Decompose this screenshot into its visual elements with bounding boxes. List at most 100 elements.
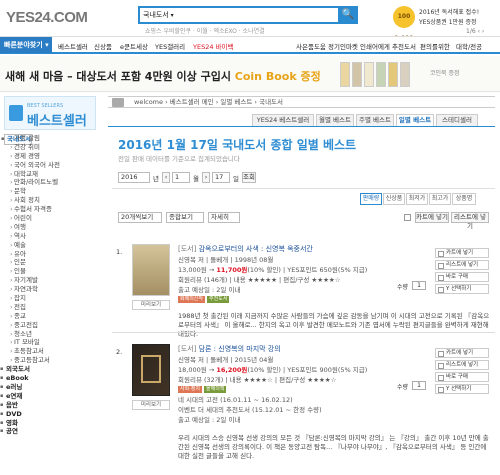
sidebar-category-item[interactable]: 여행 — [4, 223, 96, 232]
book-title[interactable]: [도서] 담론 : 신영복의 마지막 강의 — [178, 344, 281, 354]
bestseller-heading[interactable]: BEST SELLERS 베스트셀러 — [4, 96, 96, 130]
preview-button[interactable]: 미리보기 — [132, 400, 170, 410]
book-meta[interactable]: 신영복 저 | 돌베개 | 1998년 08월 — [178, 254, 273, 264]
nav-right-3[interactable]: 인쇄어에게 — [360, 41, 390, 51]
filter-new[interactable]: 신상품 — [383, 193, 405, 205]
sidebar-category-item[interactable]: 역사 — [4, 232, 96, 241]
promo-pager[interactable]: 1/6 ‹ › — [466, 28, 484, 35]
sidebar-category-item[interactable]: 경제 경영 — [4, 152, 96, 161]
book-rating[interactable]: 회원리뷰 (32개) | 내용 ★★★★☆ | 편집/구성 ★★★★☆ — [178, 374, 336, 384]
add-cart-all-button[interactable]: 카트에 넣기 — [415, 212, 449, 223]
add-list-button[interactable]: 리스트에 넣기 — [435, 360, 489, 370]
sidebar-category-item[interactable]: 건강 취미 — [4, 143, 96, 152]
add-cart-button[interactable]: 카트에 넣기 — [435, 248, 489, 258]
sidebar-category-item[interactable]: 종교 — [4, 312, 96, 321]
event-banner[interactable]: 새해 새 마음 – 대상도서 포함 4만원 이상 구입시 Coin Book 증… — [0, 56, 500, 92]
shipping-info: 출고 예상일 : 2일 이내 — [178, 286, 241, 294]
nav-item-new[interactable]: 신상품 — [94, 41, 112, 51]
next-month-button[interactable]: › — [202, 172, 210, 183]
nav-item-gallery[interactable]: YES갤러리 — [155, 41, 185, 51]
filter-lowprice[interactable]: 최저가 — [406, 193, 428, 205]
sidebar-category-item[interactable]: 전집 — [4, 303, 96, 312]
go-button[interactable]: 조회 — [242, 172, 256, 183]
sidebar-category-item[interactable]: 가정 살림 — [4, 134, 96, 143]
nav-item-buyback[interactable]: YES24 바이백 — [193, 41, 233, 51]
filter-highprice[interactable]: 최고가 — [429, 193, 451, 205]
nav-right-6[interactable]: 대학/전공 — [456, 41, 482, 51]
book-meta[interactable]: 신영복 저 | 돌베개 | 2015년 04월 — [178, 354, 273, 364]
banner-text: 새해 새 마음 – 대상도서 포함 4만원 이상 구입시 Coin Book 증… — [5, 70, 321, 83]
sidebar-category-item[interactable]: 사회 정치 — [4, 196, 96, 205]
select-button[interactable]: Y 선택하기 — [435, 384, 489, 394]
book-rating[interactable]: 회원리뷰 (146개) | 내용 ★★★★★ | 편집/구성 ★★★★☆ — [178, 274, 341, 284]
buy-now-button[interactable]: 바로 구매 — [435, 272, 489, 282]
promo-banner[interactable]: 100 1,000 2016년 독서해표 접수! YES상품권 1만원 증정 — [393, 4, 493, 42]
promo-line1: 2016년 독서해표 접수! — [419, 9, 480, 16]
book-cover-image[interactable] — [132, 244, 170, 296]
add-list-all-button[interactable]: 리스트에 넣기 — [451, 212, 489, 230]
view-select[interactable]: 자세히 — [208, 212, 240, 223]
sidebar-category-item[interactable]: 음반 — [0, 401, 96, 410]
add-cart-button[interactable]: 카트에 넣기 — [435, 348, 489, 358]
sidebar-category-item[interactable]: 수험서 자격증 — [4, 205, 96, 214]
sidebar-category-item[interactable]: 만화/라이트노벨 — [4, 178, 96, 187]
check-all-checkbox[interactable] — [404, 214, 411, 221]
event-info[interactable]: 네 시대의 고전 (16.01.11 ~ 16.02.12) — [178, 394, 293, 404]
sidebar-category-item[interactable]: 국어 외국어 사전 — [4, 161, 96, 170]
event-info-2[interactable]: 이벤트 더 세대의 추천도서 (15.12.01 ~ 한정 수량) — [178, 404, 322, 414]
sidebar-category-item[interactable]: e연재 — [0, 392, 96, 401]
nav-item-ecount[interactable]: e쿤트세상 — [120, 41, 148, 51]
prev-month-button[interactable]: ‹ — [162, 172, 170, 183]
search-button[interactable]: 🔍 — [338, 6, 358, 24]
search-box[interactable]: 국내도서 🔍 — [138, 6, 358, 24]
sidebar-category-item[interactable]: eBook — [0, 374, 96, 383]
add-list-button[interactable]: 리스트에 넣기 — [435, 260, 489, 270]
book-cover-image[interactable] — [132, 344, 170, 396]
nav-right-5[interactable]: 편의를위한 — [420, 41, 450, 51]
sidebar-category-item[interactable]: 중고전집 — [4, 321, 96, 330]
sidebar-category-item[interactable]: 어린이 — [4, 214, 96, 223]
preview-button[interactable]: 미리보기 — [132, 300, 170, 310]
search-category-select[interactable]: 국내도서 — [143, 10, 174, 20]
rank-number: 2. — [116, 348, 123, 356]
search-hint[interactable]: 쇼핑스 우비할인쿠 · 이월 · 엑소EXO · 소나연결 — [145, 26, 265, 35]
book-title[interactable]: [도서] 감옥으로부터의 사색 : 신영복 옥중서간 — [178, 244, 313, 254]
nav-right-2[interactable]: 정기인마켓 — [328, 41, 358, 51]
select-button[interactable]: Y 선택하기 — [435, 284, 489, 294]
sidebar-category-item[interactable]: 인물 — [4, 267, 96, 276]
per-page-select[interactable]: 20개씩보기 — [118, 212, 162, 223]
sidebar-category-item[interactable]: 예술 — [4, 241, 96, 250]
qty-label: 수량 — [397, 284, 409, 291]
sidebar-category-item[interactable]: 잡지 — [4, 294, 96, 303]
sidebar-category-item[interactable]: 자기계발 — [4, 276, 96, 285]
home-icon[interactable] — [112, 98, 124, 107]
category-list: 국내도서가정 살림건강 취미경제 경영국어 외국어 사전대학교재만화/라이트노벨… — [0, 134, 96, 436]
sidebar-category-item[interactable]: DVD — [0, 410, 96, 419]
book-tags: 사회·정치 올해의책 — [178, 386, 227, 393]
nav-item-bestseller[interactable]: 베스트셀러 — [58, 41, 88, 51]
nav-right-1[interactable]: 사은품도움 — [296, 41, 326, 51]
all-category-menu[interactable]: 빠른분야찾기 ▾ — [0, 37, 52, 53]
qty-input[interactable]: 1 — [412, 381, 426, 390]
sidebar-category-item[interactable]: 외국도서 — [0, 365, 96, 374]
breadcrumb-text[interactable]: welcome › 베스트셀러 메인 › 일별 베스트 › 국내도서 — [134, 98, 283, 106]
sort-select[interactable]: 종합보기 — [166, 212, 204, 223]
filter-sales[interactable]: 판매량 — [360, 193, 382, 205]
day-select[interactable]: 17 — [212, 172, 230, 183]
qty-input[interactable]: 1 — [412, 281, 426, 290]
bestseller-big-label: 베스트셀러 — [27, 114, 87, 129]
nav-right-4[interactable]: 추천도서 — [392, 41, 416, 51]
sidebar-category-item[interactable]: e러닝 — [0, 383, 96, 392]
month-select[interactable]: 1 — [172, 172, 190, 183]
book-item: 2. 미리보기 [도서] 담론 : 신영복의 마지막 강의 신영복 저 | 돌베… — [112, 344, 495, 475]
year-select[interactable]: 2016 — [118, 172, 150, 183]
bestseller-book-icon — [9, 105, 23, 121]
sidebar-category-item[interactable]: 중고등참고서 — [4, 356, 96, 365]
buy-now-button[interactable]: 바로 구매 — [435, 372, 489, 382]
filter-name[interactable]: 상품명 — [452, 193, 476, 205]
sidebar-category-item[interactable]: 초등참고서 — [4, 347, 96, 356]
sidebar-category-item[interactable]: 문학 — [4, 187, 96, 196]
sidebar-category-item[interactable]: 자연과학 — [4, 285, 96, 294]
sidebar-category-item[interactable]: 공연 — [0, 427, 96, 436]
yes24-logo[interactable]: YES24.COM — [6, 9, 88, 26]
